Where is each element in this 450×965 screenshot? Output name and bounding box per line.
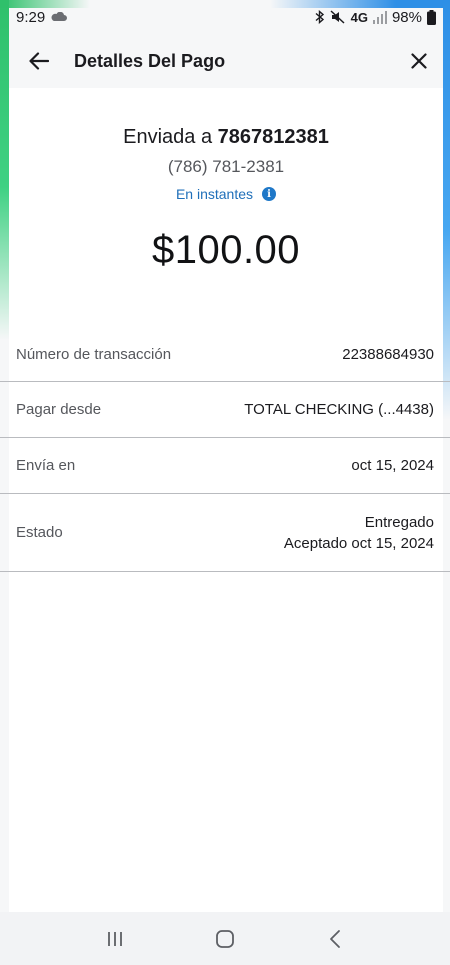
payment-details-card: Enviada a 7867812381 (786) 781-2381 En i… [0, 88, 450, 913]
delivery-speed: En instantes i [9, 186, 443, 202]
status-bar: 9:29 4G 98% [0, 0, 450, 34]
recipient-line: Enviada a 7867812381 [9, 126, 443, 149]
detail-label: Número de transacción [16, 346, 172, 363]
back-button[interactable] [17, 39, 61, 83]
screen: 9:29 4G 98% Detalles Del Pago Enviada a … [0, 0, 450, 965]
mute-icon [330, 10, 346, 24]
recipient-phone: (786) 781-2381 [167, 157, 285, 176]
details-list: Número de transacción 22388684930 Pagar … [0, 328, 450, 572]
status-accepted: Aceptado oct 15, 2024 [283, 534, 434, 552]
detail-label: Pagar desde [16, 401, 102, 418]
detail-value: TOTAL CHECKING (...4438) [244, 401, 434, 418]
info-icon[interactable]: i [262, 187, 277, 201]
battery-icon [427, 9, 436, 25]
status-delivered: Entregado [364, 513, 434, 531]
recents-icon [108, 931, 122, 946]
close-icon [411, 53, 427, 69]
home-button[interactable] [201, 919, 249, 959]
detail-value: oct 15, 2024 [351, 457, 434, 474]
arrow-left-icon [29, 52, 49, 70]
payment-amount: $100.00 [151, 228, 301, 272]
page-title: Detalles Del Pago [74, 50, 226, 71]
status-left: 9:29 [16, 8, 68, 26]
delivery-speed-label: En instantes [175, 186, 254, 202]
system-nav-bar [0, 912, 450, 965]
recipient-number: 7867812381 [217, 126, 329, 148]
detail-row-status: Estado Entregado Aceptado oct 15, 2024 [0, 494, 450, 572]
cloud-icon [51, 12, 68, 22]
status-value: Entregado Aceptado oct 15, 2024 [284, 512, 434, 554]
bluetooth-icon [315, 10, 325, 24]
home-icon [216, 929, 234, 948]
recipient-prefix: Enviada a [123, 126, 213, 148]
detail-row-send-date: Envía en oct 15, 2024 [0, 438, 450, 494]
detail-value: 22388684930 [342, 346, 434, 363]
app-bar: Detalles Del Pago [9, 34, 443, 88]
network-type: 4G [350, 9, 368, 25]
status-time: 9:29 [16, 8, 46, 26]
close-button[interactable] [397, 39, 441, 83]
nav-back-icon [330, 929, 340, 948]
status-right: 4G 98% [315, 9, 436, 26]
battery-percent: 98% [391, 8, 422, 26]
detail-label: Envía en [16, 457, 76, 474]
detail-row-transaction-number: Número de transacción 22388684930 [0, 328, 450, 382]
recents-button[interactable] [91, 919, 139, 959]
signal-icon [372, 10, 387, 24]
detail-label: Estado [16, 524, 63, 541]
screen-edge-glow-left [0, 0, 9, 340]
detail-row-pay-from: Pagar desde TOTAL CHECKING (...4438) [0, 382, 450, 438]
nav-back-button[interactable] [311, 919, 359, 959]
